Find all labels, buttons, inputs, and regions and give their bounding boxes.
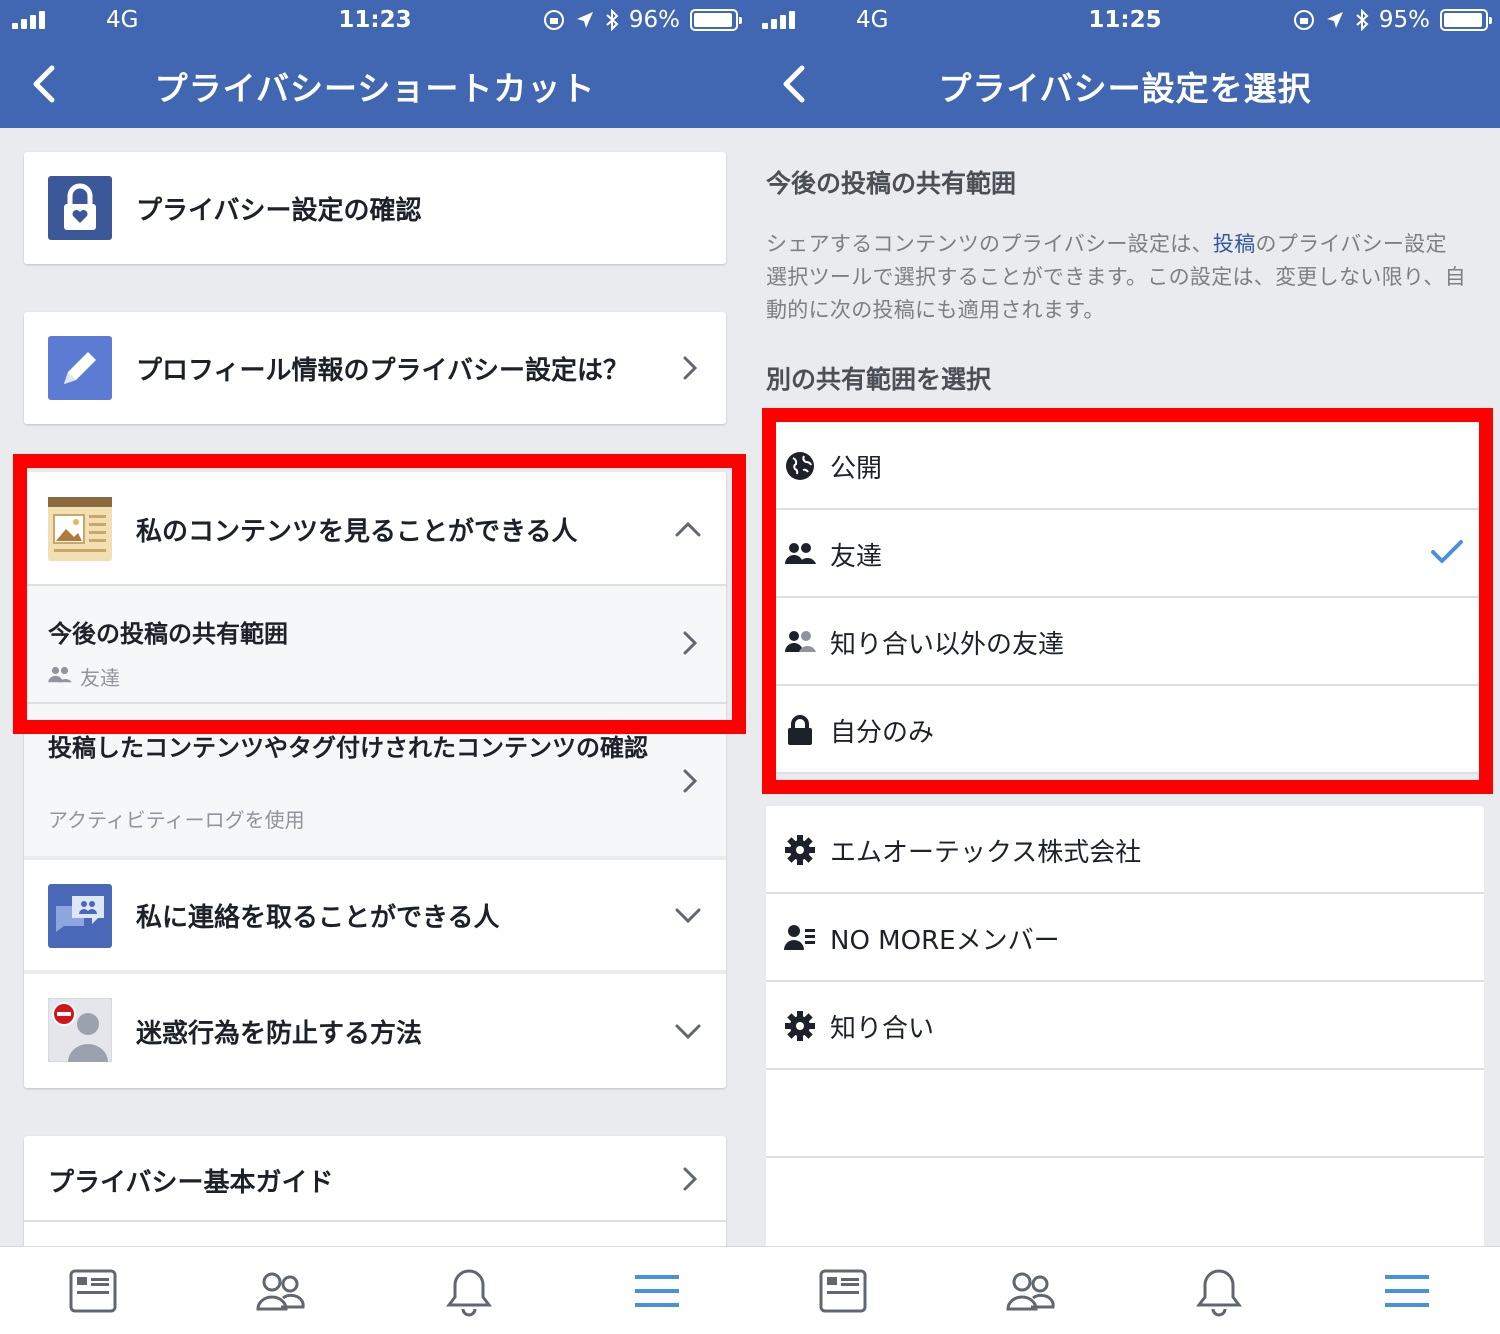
check-privacy-card[interactable]: プライバシー設定の確認 <box>24 152 726 264</box>
battery-percent: 95% <box>1378 7 1430 33</box>
location-icon <box>1326 12 1343 28</box>
bluetooth-icon <box>606 9 619 31</box>
tab-bar <box>750 1246 1500 1334</box>
chevron-right-icon <box>683 631 698 655</box>
who-can-contact-row[interactable]: 私に連絡を取ることができる人 <box>24 860 726 970</box>
stop-bothering-row[interactable]: 迷惑行為を防止する方法 <box>24 974 726 1088</box>
chevron-down-icon <box>675 908 701 924</box>
option-only-me[interactable]: 自分のみ <box>766 686 1484 774</box>
battery-percent: 96% <box>628 7 680 33</box>
who-can-contact-label: 私に連絡を取ることができる人 <box>136 902 500 933</box>
tab-bar <box>0 1246 750 1334</box>
contact-bubbles-icon <box>48 884 112 948</box>
menu-tab-icon[interactable] <box>631 1265 683 1317</box>
option-public[interactable]: 公開 <box>766 422 1484 510</box>
pencil-icon <box>48 336 112 400</box>
globe-icon <box>786 452 814 480</box>
battery-icon <box>1440 9 1492 31</box>
who-can-see-label: 私のコンテンツを見ることができる人 <box>136 516 578 547</box>
friends-icon <box>785 543 816 564</box>
who-can-see-card: 私のコンテンツを見ることができる人 今後の投稿の共有範囲 友達 投稿したコンテン… <box>24 472 726 1088</box>
posts-link[interactable]: 投稿 <box>1213 232 1256 256</box>
future-posts-title: 今後の投稿の共有範囲 <box>48 620 288 648</box>
left-screen: 4G 11:23 96% プライバシーショートカット プライバシー設定の確認 プ… <box>0 0 750 1334</box>
checkmark-icon <box>1431 540 1463 563</box>
profile-privacy-label: プロフィール情報のプライバシー設定は？ <box>136 355 629 386</box>
news-feed-tab-icon[interactable] <box>67 1265 119 1317</box>
audience-options: 公開 友達 知り合い以外の友達 自分のみ <box>766 422 1484 774</box>
nav-bar: プライバシー設定を選択 <box>750 40 1500 128</box>
chevron-right-icon <box>683 769 698 793</box>
menu-tab-icon[interactable] <box>1381 1265 1433 1317</box>
friends-except-icon <box>785 631 816 652</box>
page-title: プライバシーショートカット <box>154 69 596 108</box>
status-bar: 4G 11:25 95% <box>750 0 1500 40</box>
privacy-basics-label: プライバシー基本ガイド <box>48 1168 334 1198</box>
who-can-see-header[interactable]: 私のコンテンツを見ることができる人 <box>24 472 726 586</box>
rotation-lock-icon <box>543 10 564 30</box>
chevron-up-icon <box>675 521 701 537</box>
review-posts-title: 投稿したコンテンツやタグ付けされたコンテンツの確認 <box>48 734 648 762</box>
stop-bothering-label: 迷惑行為を防止する方法 <box>136 1018 423 1049</box>
newsfeed-picture-icon <box>48 497 112 561</box>
option-label: 自分のみ <box>830 718 935 748</box>
friends-icon <box>48 666 72 683</box>
bluetooth-icon <box>1356 9 1369 31</box>
future-posts-row[interactable]: 今後の投稿の共有範囲 友達 <box>24 586 726 702</box>
chevron-right-icon <box>683 1167 698 1191</box>
empty-row <box>766 1070 1484 1158</box>
notifications-tab-icon[interactable] <box>1193 1265 1245 1317</box>
review-posts-row[interactable]: 投稿したコンテンツやタグ付けされたコンテンツの確認 アクティビティーログを使用 <box>24 704 726 856</box>
check-privacy-label: プライバシー設定の確認 <box>136 195 422 226</box>
friends-tab-icon[interactable] <box>1005 1265 1057 1317</box>
nav-bar: プライバシーショートカット <box>0 40 750 128</box>
rotation-lock-icon <box>1293 10 1314 30</box>
list-label: 知り合い <box>830 1014 935 1044</box>
audience-description: シェアするコンテンツのプライバシー設定は、投稿のプライバシー設定選択ツールで選択… <box>766 232 1466 322</box>
friends-tab-icon[interactable] <box>255 1265 307 1317</box>
option-friends-except[interactable]: 知り合い以外の友達 <box>766 598 1484 686</box>
list-label: NO MOREメンバー <box>830 926 1060 956</box>
news-feed-tab-icon[interactable] <box>817 1265 869 1317</box>
future-posts-value: 友達 <box>80 666 120 690</box>
location-icon <box>576 12 593 28</box>
battery-icon <box>690 9 742 31</box>
gear-icon <box>785 835 815 865</box>
list-item[interactable]: エムオーテックス株式会社 <box>766 806 1484 894</box>
chevron-right-icon <box>683 356 698 380</box>
block-person-icon <box>48 998 112 1062</box>
section-title: 今後の投稿の共有範囲 <box>766 169 1017 198</box>
option-label: 友達 <box>830 542 883 572</box>
page-title: プライバシー設定を選択 <box>938 69 1312 108</box>
friend-lists: エムオーテックス株式会社 NO MOREメンバー 知り合い <box>766 806 1484 1246</box>
review-posts-sub: アクティビティーログを使用 <box>48 808 305 832</box>
list-item[interactable]: NO MOREメンバー <box>766 894 1484 982</box>
option-label: 公開 <box>830 454 883 484</box>
list-label: エムオーテックス株式会社 <box>830 838 1142 868</box>
notifications-tab-icon[interactable] <box>443 1265 495 1317</box>
gear-icon <box>785 1011 815 1041</box>
option-label: 知り合い以外の友達 <box>830 630 1065 660</box>
member-list-icon <box>784 925 815 950</box>
chevron-down-icon <box>675 1024 701 1040</box>
lock-heart-icon <box>48 176 112 240</box>
choose-audience-title: 別の共有範囲を選択 <box>766 365 992 394</box>
lock-icon <box>788 715 812 745</box>
status-bar: 4G 11:23 96% <box>0 0 750 40</box>
list-item[interactable]: 知り合い <box>766 982 1484 1070</box>
profile-privacy-card[interactable]: プロフィール情報のプライバシー設定は？ <box>24 312 726 424</box>
option-friends[interactable]: 友達 <box>766 510 1484 598</box>
